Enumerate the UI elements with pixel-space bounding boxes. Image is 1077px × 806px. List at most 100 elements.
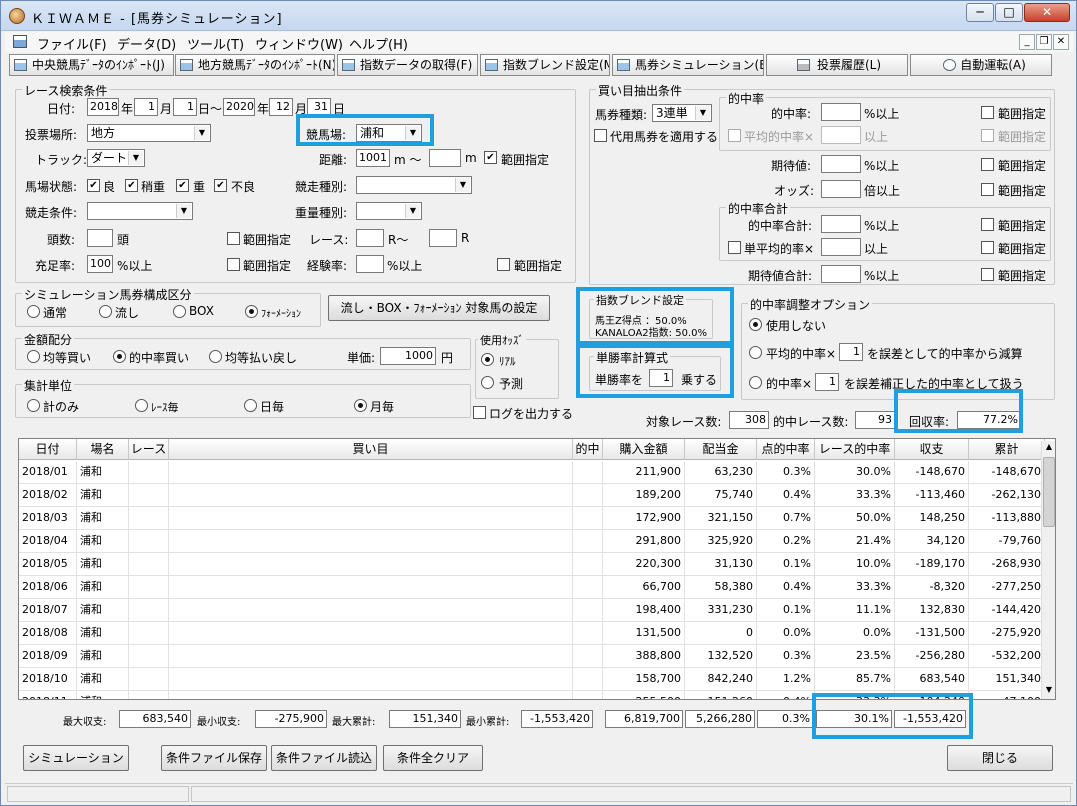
expect-input[interactable] [821,155,861,173]
hit-sum-input[interactable] [821,215,861,233]
to-day-input[interactable]: 31 [307,98,331,116]
close-window-button[interactable]: ✕ [1024,3,1070,22]
target-horse-setting-button[interactable]: 流し・BOX・ﾌｫｰﾒｰｼｮﾝ 対象馬の設定 [328,295,550,321]
agg-race-radio[interactable] [135,399,148,412]
money-equal-return-radio[interactable] [209,350,222,363]
auto-run-button[interactable]: 自動運転(A) [910,54,1052,76]
column-header[interactable]: レース的中率 [815,439,895,460]
heads-input[interactable] [87,229,113,247]
adjust-rate-radio[interactable] [749,376,762,389]
fetch-index-button[interactable]: 指数データの取得(F) [337,54,478,76]
proxy-ticket-checkbox[interactable] [594,129,607,142]
load-conditions-button[interactable]: 条件ファイル読込 [271,745,377,771]
menu-data[interactable]: データ(D) [117,34,176,53]
experience-input[interactable] [356,255,384,273]
agg-month-radio[interactable] [354,399,367,412]
fill-range-checkbox[interactable] [227,258,240,271]
sim-button-toolbar[interactable]: 馬券シミュレーション(B) [612,54,764,76]
column-header[interactable]: 購入金額 [603,439,685,460]
from-day-input[interactable]: 1 [173,98,197,116]
cond-good-checkbox[interactable]: ✔ [87,179,100,192]
experience-range-checkbox[interactable] [497,258,510,271]
money-hitrate-radio[interactable] [113,350,126,363]
single-avg-input[interactable] [821,238,861,256]
scroll-thumb[interactable] [1043,457,1055,527]
import-local-button[interactable]: 地方競馬ﾃﾞｰﾀのｲﾝﾎﾟｰﾄ(N) [175,54,335,76]
cond-bad-checkbox[interactable]: ✔ [214,179,227,192]
to-year-input[interactable]: 2020 [223,98,255,116]
menu-file[interactable]: ファイル(F) [37,34,107,53]
hit-rate-input[interactable] [821,103,861,121]
odds-predict-radio[interactable] [481,376,494,389]
from-year-input[interactable]: 2018 [87,98,119,116]
mdi-restore-icon[interactable]: ❐ [1036,34,1052,50]
column-header[interactable]: 日付 [19,439,77,460]
hit-rate-range-checkbox[interactable] [981,106,994,119]
menu-help[interactable]: ヘルプ(H) [349,34,408,53]
venue-select[interactable]: 地方 ▼ [87,124,211,142]
unit-price-input[interactable]: 1000 [380,347,436,365]
menu-tools[interactable]: ツール(T) [187,34,244,53]
avg-hit-checkbox[interactable] [728,129,741,142]
column-header[interactable]: 収支 [895,439,969,460]
scroll-up-icon[interactable]: ▲ [1043,442,1055,454]
avg-hit-range-checkbox[interactable] [981,129,994,142]
money-equal-radio[interactable] [27,350,40,363]
odds-filter-input[interactable] [821,180,861,198]
results-table[interactable]: 日付 場名 レース 買い目 的中 購入金額 配当金 点的中率 レース的中率 収支 累計 2018/0… [18,438,1056,700]
output-log-checkbox[interactable] [473,406,486,419]
from-month-input[interactable]: 1 [134,98,158,116]
menu-window[interactable]: ウィンドウ(W) [255,34,343,53]
sim-type-normal-radio[interactable] [27,305,40,318]
mdi-minimize-icon[interactable]: _ [1019,34,1035,50]
distance-range-checkbox[interactable]: ✔ [484,151,497,164]
column-header[interactable]: 累計 [969,439,1045,460]
avg-hit-input[interactable] [821,126,861,144]
minimize-button[interactable]: ─ [966,3,994,22]
column-header[interactable]: レース [129,439,169,460]
mdi-close-icon[interactable]: ✕ [1053,34,1069,50]
adjust-none-radio[interactable] [749,318,762,331]
expect-range-checkbox[interactable] [981,158,994,171]
column-header[interactable]: 配当金 [685,439,757,460]
fill-rate-input[interactable]: 100 [87,255,113,273]
clear-conditions-button[interactable]: 条件全クリア [383,745,483,771]
race-to-input[interactable] [429,229,457,247]
race-class-select[interactable]: ▼ [87,202,193,220]
cond-heavy-checkbox[interactable]: ✔ [176,179,189,192]
table-scrollbar[interactable]: ▲ ▼ [1041,441,1055,699]
weight-type-select[interactable]: ▼ [356,202,422,220]
expect-sum-range-checkbox[interactable] [981,268,994,281]
sim-type-box-radio[interactable] [173,305,186,318]
adjust-rate-input[interactable]: 1 [815,373,839,391]
ticket-kind-select[interactable]: 3連単 ▼ [652,104,712,122]
blend-settings-button[interactable]: 指数ブレンド設定(M) [480,54,610,76]
title-bar[interactable]: ＫＩＷＡＭＥ - [馬券シミュレーション] ─ □ ✕ [1,1,1076,31]
race-type-select[interactable]: ▼ [356,176,472,194]
agg-day-radio[interactable] [244,399,257,412]
odds-real-radio[interactable] [481,353,494,366]
sim-type-nagashi-radio[interactable] [99,305,112,318]
distance-from-input[interactable]: 1001 [356,149,390,167]
import-central-button[interactable]: 中央競馬ﾃﾞｰﾀのｲﾝﾎﾟｰﾄ(J) [9,54,174,76]
to-month-input[interactable]: 12 [269,98,293,116]
scroll-down-icon[interactable]: ▼ [1043,685,1055,697]
adjust-avg-radio[interactable] [749,346,762,359]
single-avg-range-checkbox[interactable] [981,241,994,254]
run-simulation-button[interactable]: シミュレーション [23,745,129,771]
odds-range-checkbox[interactable] [981,183,994,196]
win-calc-input[interactable]: 1 [649,369,673,387]
maximize-button[interactable]: □ [995,3,1023,22]
expect-sum-input[interactable] [821,265,861,283]
vote-history-button[interactable]: 投票履歴(L) [766,54,908,76]
column-header[interactable]: 場名 [77,439,129,460]
heads-range-checkbox[interactable] [227,232,240,245]
close-button[interactable]: 閉じる [947,745,1053,771]
adjust-avg-input[interactable]: 1 [839,343,863,361]
race-from-input[interactable] [356,229,384,247]
sim-type-formation-radio[interactable] [245,305,258,318]
single-avg-checkbox[interactable] [728,241,741,254]
agg-total-radio[interactable] [27,399,40,412]
track-select[interactable]: ダート ▼ [87,149,145,167]
column-header[interactable]: 的中 [573,439,603,460]
